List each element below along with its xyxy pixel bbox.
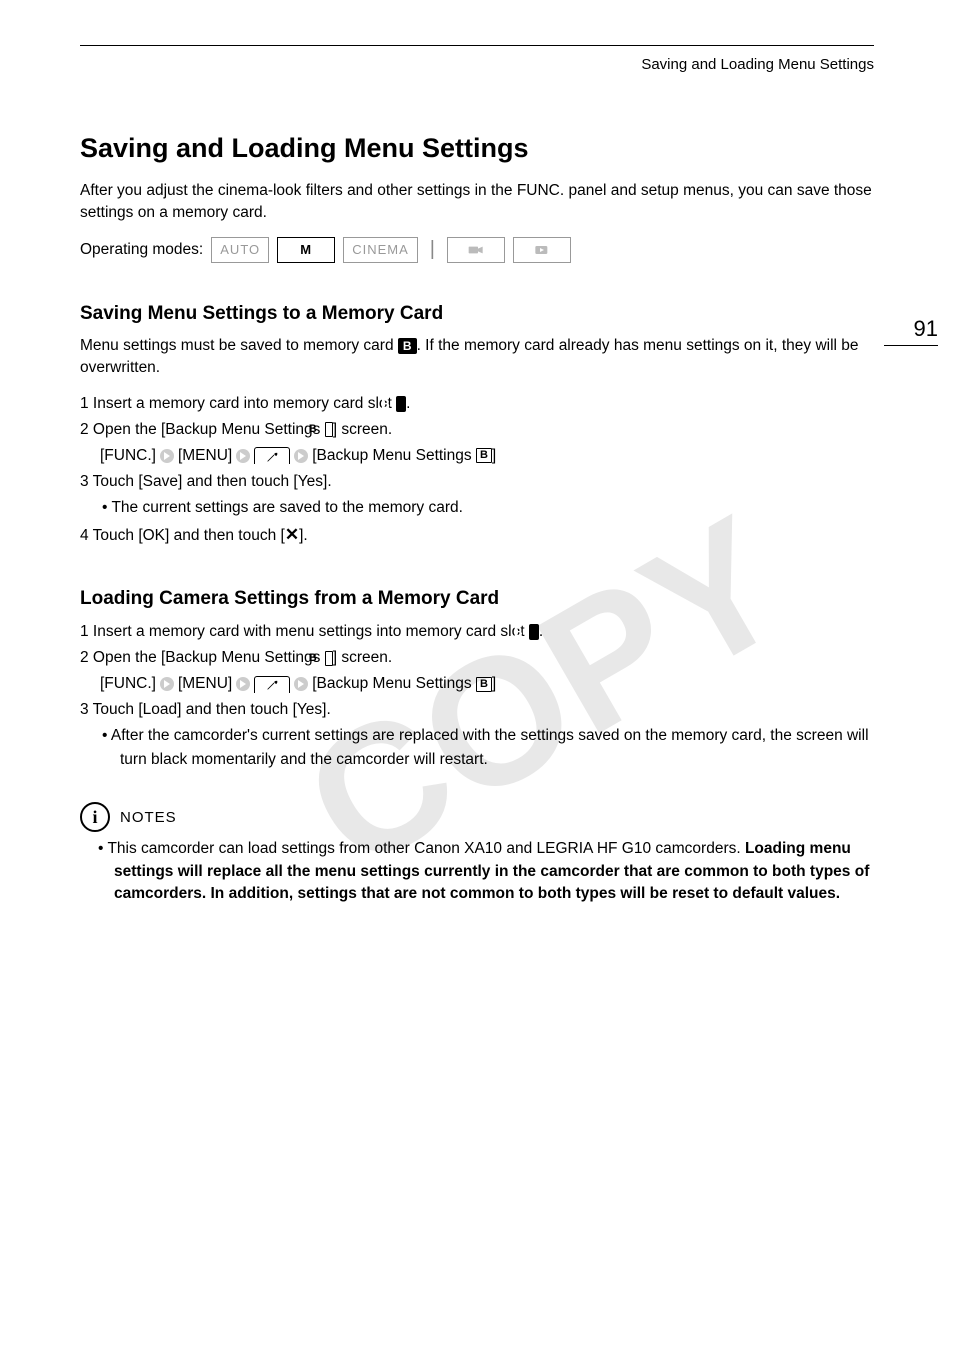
close-x-icon: ✕ [285, 525, 299, 544]
card-b-badge: B [398, 338, 417, 354]
path-backup: [Backup Menu Settings B] [312, 672, 496, 696]
s1-step2-a: 2 Open the [Backup Menu Settings [80, 421, 325, 438]
info-icon: i [80, 802, 110, 832]
card-b-outline: B [325, 651, 333, 666]
mode-record-icon [447, 237, 505, 263]
card-b-outline: B [476, 677, 492, 692]
s2-step1: 1 Insert a memory card with menu setting… [80, 620, 874, 644]
s1-step3: 3 Touch [Save] and then touch [Yes]. [80, 470, 874, 494]
camcorder-icon [468, 243, 484, 257]
s1-step1-b: . [406, 395, 410, 412]
s1-step4-a: 4 Touch [OK] and then touch [ [80, 527, 285, 544]
section2-steps: 1 Insert a memory card with menu setting… [80, 620, 874, 772]
card-b-outline: B [476, 448, 492, 463]
card-b-badge: B [529, 624, 539, 640]
page-number: 91 [884, 316, 938, 346]
notes-label: NOTES [120, 809, 177, 826]
intro-paragraph: After you adjust the cinema-look filters… [80, 180, 874, 225]
s2-step1-b: . [539, 623, 543, 640]
s1-step4: 4 Touch [OK] and then touch [✕]. [80, 522, 874, 548]
mode-divider: | [430, 238, 435, 261]
notes-list: • This camcorder can load settings from … [80, 838, 874, 905]
playback-icon [534, 243, 550, 257]
path-backup-b: ] [492, 675, 496, 692]
section1-steps: 1 Insert a memory card into memory card … [80, 392, 874, 548]
s1-step1-a: 1 Insert a memory card into memory card … [80, 395, 396, 412]
path-func: [FUNC.] [100, 672, 156, 696]
page-content: Saving and Loading Menu Settings 91 Savi… [0, 0, 954, 946]
s1-step1: 1 Insert a memory card into memory card … [80, 392, 874, 416]
path-backup: [Backup Menu Settings B] [312, 444, 496, 468]
wrench-tab-icon [254, 676, 290, 693]
s1-func-path: [FUNC.] [MENU] [Backup Menu Settings B] [80, 444, 874, 468]
notes-header: i NOTES [80, 802, 874, 832]
s1-step3-sub: • The current settings are saved to the … [80, 496, 874, 520]
s2-step2-a: 2 Open the [Backup Menu Settings [80, 649, 325, 666]
arrow-icon [236, 449, 250, 463]
arrow-icon [160, 677, 174, 691]
arrow-icon [294, 677, 308, 691]
section1-intro-a: Menu settings must be saved to memory ca… [80, 337, 398, 354]
path-backup-b: ] [492, 447, 496, 464]
modes-label: Operating modes: [80, 241, 203, 259]
section1-intro: Menu settings must be saved to memory ca… [80, 335, 874, 380]
mode-play-icon [513, 237, 571, 263]
path-func: [FUNC.] [100, 444, 156, 468]
path-backup-a: [Backup Menu Settings [312, 447, 476, 464]
mode-cinema: CINEMA [343, 237, 418, 263]
arrow-icon [236, 677, 250, 691]
s1-step4-b: ]. [299, 527, 308, 544]
s1-step2: 2 Open the [Backup Menu Settings B] scre… [80, 418, 874, 442]
s2-step3: 3 Touch [Load] and then touch [Yes]. [80, 698, 874, 722]
mode-m: M [277, 237, 335, 263]
header-rule [80, 45, 874, 46]
s2-step2: 2 Open the [Backup Menu Settings B] scre… [80, 646, 874, 670]
card-b-outline: B [325, 422, 333, 437]
path-menu: [MENU] [178, 672, 232, 696]
running-header: Saving and Loading Menu Settings [80, 56, 874, 73]
path-menu: [MENU] [178, 444, 232, 468]
s1-step2-b: ] screen. [333, 421, 392, 438]
wrench-tab-icon [254, 447, 290, 464]
section2-heading: Loading Camera Settings from a Memory Ca… [80, 588, 874, 610]
s2-step1-a: 1 Insert a memory card with menu setting… [80, 623, 529, 640]
arrow-icon [160, 449, 174, 463]
card-b-badge: B [396, 396, 406, 412]
note-1: • This camcorder can load settings from … [80, 838, 874, 905]
note-1-a: • This camcorder can load settings from … [98, 840, 745, 857]
operating-modes-row: Operating modes: AUTO M CINEMA | [80, 237, 874, 263]
s2-step2-b: ] screen. [333, 649, 392, 666]
arrow-icon [294, 449, 308, 463]
s2-func-path: [FUNC.] [MENU] [Backup Menu Settings B] [80, 672, 874, 696]
path-backup-a: [Backup Menu Settings [312, 675, 476, 692]
s2-step3-sub: • After the camcorder's current settings… [80, 724, 874, 772]
mode-auto: AUTO [211, 237, 269, 263]
section1-heading: Saving Menu Settings to a Memory Card [80, 303, 874, 325]
page-title: Saving and Loading Menu Settings [80, 133, 874, 164]
